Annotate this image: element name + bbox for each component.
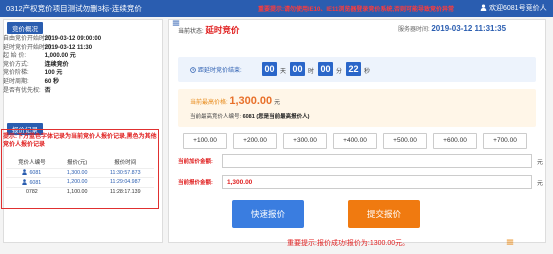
increment-500-button[interactable]: +500.00 bbox=[383, 133, 427, 149]
person-icon bbox=[22, 169, 28, 176]
status-value: 延时竞价 bbox=[205, 25, 240, 35]
info-row: 是否有优先权: 否 bbox=[3, 87, 51, 94]
bid-success-notice: 重要提示:报价成功!报价为:1300.00元。 bbox=[287, 240, 410, 247]
highest-price-line: 当前最高价格: 1,300.00 元 bbox=[190, 95, 280, 107]
overview-tab[interactable]: 竞价概况 bbox=[7, 22, 43, 34]
status-line: 当前状态: 延时竞价 bbox=[178, 24, 239, 36]
increase-amount-unit: 元 bbox=[537, 160, 544, 166]
increase-amount-input[interactable] bbox=[222, 154, 532, 168]
col-header-bidder: 竞价人编号 bbox=[18, 159, 46, 166]
info-row: 竞价方式: 连续竞价 bbox=[3, 61, 69, 68]
highest-bidder-value: 6081 (您是当前最高报价人) bbox=[242, 114, 310, 120]
bid-amount-label: 当前报价金额: bbox=[178, 180, 213, 186]
price-cell: 1,100.00 bbox=[57, 186, 97, 197]
table-row: 0782 1,100.00 11:28:17.139 bbox=[6, 186, 154, 197]
info-row: 延时周期: 60 秒 bbox=[3, 78, 60, 85]
increase-amount-label: 当前加价金额: bbox=[178, 159, 213, 165]
increment-200-button[interactable]: +200.00 bbox=[233, 133, 277, 149]
highest-price-panel: 当前最高价格: 1,300.00 元 当前最高竞价人编号: 6081 (您是当前最… bbox=[178, 89, 536, 127]
time-cell: 11:28:17.139 bbox=[96, 186, 154, 197]
status-label: 当前状态: bbox=[178, 29, 204, 35]
hours-unit: 时 bbox=[308, 69, 315, 75]
increment-400-button[interactable]: +400.00 bbox=[333, 133, 377, 149]
time-cell: 11:30:57.873 bbox=[96, 167, 154, 178]
server-time-label: 服务器时间: bbox=[398, 27, 430, 33]
highest-price-label: 当前最高价格: bbox=[190, 100, 228, 106]
page-title: 0312产权竞价项目测试勿删3标-连续竞价 bbox=[6, 4, 142, 13]
table-row: 6081 1,200.00 11:29:04.987 bbox=[6, 177, 154, 187]
top-bar: 0312产权竞价项目测试勿删3标-连续竞价 重要提示:请勿使用IE10、IE11… bbox=[0, 0, 553, 17]
countdown-panel: 距延时竞价结束: 00 天 00 时 00 分 22 秒 bbox=[178, 57, 536, 82]
highest-price-unit: 元 bbox=[274, 100, 281, 106]
col-header-time: 报价时间 bbox=[114, 159, 137, 166]
server-time-value: 2019-03-12 11:31:35 bbox=[431, 24, 507, 33]
bidder-cell: 0782 bbox=[6, 186, 58, 197]
highest-bidder-line: 当前最高竞价人编号: 6081 (您是当前最高报价人) bbox=[190, 112, 310, 120]
seconds-unit: 秒 bbox=[364, 69, 371, 75]
info-row: 自由竞价开始时间: 2019-03-12 09:00:00 bbox=[3, 36, 102, 42]
user-icon bbox=[480, 4, 487, 11]
minutes-unit: 分 bbox=[336, 69, 343, 75]
price-cell: 1,200.00 bbox=[57, 177, 97, 187]
increment-100-button[interactable]: +100.00 bbox=[183, 133, 227, 149]
countdown-label: 距延时竞价结束: bbox=[190, 65, 242, 74]
increment-700-button[interactable]: +700.00 bbox=[483, 133, 527, 149]
countdown-days: 00 bbox=[262, 62, 277, 76]
increment-600-button[interactable]: +600.00 bbox=[433, 133, 477, 149]
price-cell: 1,300.00 bbox=[57, 167, 97, 178]
server-time: 服务器时间: 2019-03-12 11:31:35 bbox=[398, 24, 506, 33]
browser-warning-notice: 重要提示:请勿使用IE10、IE11浏览器登录竞价系统,否则可能导致竞价异常 bbox=[258, 7, 455, 13]
clock-icon bbox=[190, 67, 196, 73]
welcome-user: 欢迎6081号竞价人 bbox=[480, 3, 547, 13]
submit-bid-button[interactable]: 提交报价 bbox=[348, 200, 420, 228]
countdown-hours: 00 bbox=[290, 62, 305, 76]
bidder-cell: 6081 bbox=[6, 177, 58, 187]
countdown-minutes: 00 bbox=[318, 62, 333, 76]
quick-bid-button[interactable]: 快速报价 bbox=[232, 200, 304, 228]
time-cell: 11:29:04.987 bbox=[96, 177, 154, 187]
list-icon[interactable] bbox=[506, 238, 514, 246]
records-hint: 提示:下方蓝色字体记录为当前竞价人报价记录,黑色为其他竞价人报价记录 bbox=[3, 134, 157, 148]
info-row: 延时竞价开始时间: 2019-03-12 11:30 bbox=[3, 44, 93, 51]
info-row: 竞价阶梯: 100 元 bbox=[3, 70, 63, 77]
table-header-row: 竞价人编号 报价(元) 报价时间 bbox=[6, 156, 154, 168]
bidder-cell: 6081 bbox=[6, 167, 58, 178]
bid-amount-input[interactable] bbox=[222, 175, 532, 189]
info-row: 起 始 价: 1,000.00 元 bbox=[3, 53, 76, 60]
col-header-price: 报价(元) bbox=[67, 159, 88, 166]
person-icon bbox=[22, 179, 28, 185]
bid-info-list: 自由竞价开始时间: 2019-03-12 09:00:00 延时竞价开始时间: … bbox=[3, 35, 157, 95]
increment-300-button[interactable]: +300.00 bbox=[283, 133, 327, 149]
countdown-seconds: 22 bbox=[346, 62, 361, 76]
bid-amount-unit: 元 bbox=[537, 181, 544, 187]
table-row: 6081 1,300.00 11:30:57.873 bbox=[6, 167, 154, 178]
bid-records-table: 竞价人编号 报价(元) 报价时间 6081 1,300.00 11:30:57.… bbox=[6, 156, 154, 197]
highest-bidder-label: 当前最高竞价人编号: bbox=[190, 114, 242, 120]
days-unit: 天 bbox=[280, 69, 287, 75]
welcome-text: 欢迎6081号竞价人 bbox=[489, 5, 547, 12]
highest-price-value: 1,300.00 bbox=[229, 95, 273, 107]
